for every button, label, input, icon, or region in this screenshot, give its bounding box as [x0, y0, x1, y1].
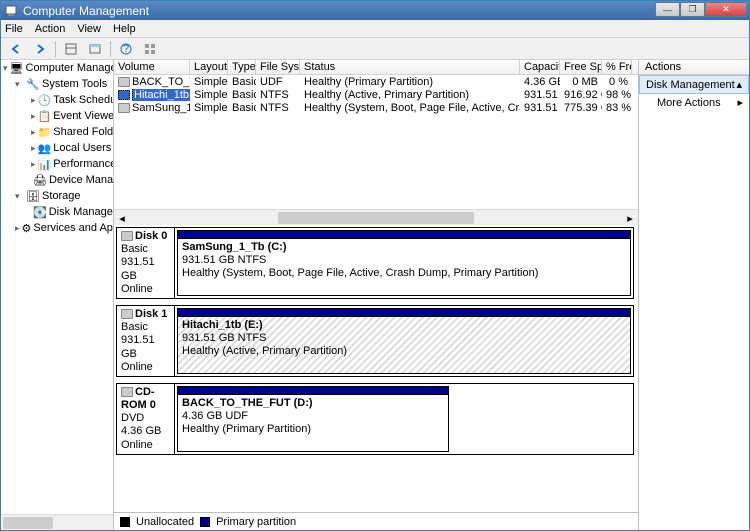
- volume-list[interactable]: BACK_TO_THE_F... SimpleBasic UDFHealthy …: [114, 75, 638, 225]
- partition[interactable]: SamSung_1_Tb (C:) 931.51 GB NTFS Healthy…: [177, 230, 631, 296]
- disc-icon: [118, 77, 130, 87]
- actions-diskmgmt[interactable]: Disk Management▴: [639, 75, 749, 94]
- disk-map[interactable]: Disk 0 Basic931.51 GBOnline SamSung_1_Tb…: [114, 225, 638, 512]
- tree-localusers[interactable]: ▸👥Local Users and Group: [1, 140, 113, 156]
- nav-tree[interactable]: ▾🖥Computer Management (Loc ▾🔧System Tool…: [1, 60, 114, 530]
- content: ▾🖥Computer Management (Loc ▾🔧System Tool…: [1, 60, 749, 530]
- disk-row[interactable]: CD-ROM 0 DVD4.36 GBOnline BACK_TO_THE_FU…: [116, 383, 634, 455]
- drive-icon: [118, 103, 130, 113]
- scroll-right-icon[interactable]: ▸: [622, 210, 638, 225]
- refresh-button[interactable]: [84, 39, 106, 59]
- separator: [55, 41, 56, 57]
- tree-systools[interactable]: ▾🔧System Tools: [1, 76, 113, 92]
- disk-info: Disk 0 Basic931.51 GBOnline: [117, 228, 175, 298]
- separator: [110, 41, 111, 57]
- legend-unallocated: Unallocated: [136, 516, 194, 528]
- users-icon: 👥: [38, 141, 52, 155]
- disk-icon: 💽: [33, 205, 47, 219]
- col-free[interactable]: Free Space: [560, 60, 602, 74]
- legend-primary: Primary partition: [216, 516, 296, 528]
- disk-row[interactable]: Disk 1 Basic931.51 GBOnline Hitachi_1tb …: [116, 305, 634, 377]
- partition[interactable]: Hitachi_1tb (E:) 931.51 GB NTFS Healthy …: [177, 308, 631, 374]
- window-buttons: — ❐ ✕: [655, 2, 747, 19]
- legend-swatch-unallocated: [120, 517, 130, 527]
- legend: Unallocated Primary partition: [114, 512, 638, 530]
- app-icon: [5, 4, 19, 18]
- tree-scrollbar[interactable]: [1, 514, 113, 530]
- tree-diskmgmt[interactable]: 💽Disk Management: [1, 204, 113, 220]
- volume-row-selected[interactable]: Hitachi_1tb (E:) SimpleBasic NTFSHealthy…: [114, 88, 638, 101]
- toolbar: ?: [1, 38, 749, 60]
- chevron-up-icon: ▴: [736, 78, 742, 91]
- help-button[interactable]: ?: [115, 39, 137, 59]
- center-pane: Volume Layout Type File System Status Ca…: [114, 60, 639, 530]
- disk-info: CD-ROM 0 DVD4.36 GBOnline: [117, 384, 175, 454]
- volume-row[interactable]: BACK_TO_THE_F... SimpleBasic UDFHealthy …: [114, 75, 638, 88]
- tree-tasksched[interactable]: ▸🕒Task Scheduler: [1, 92, 113, 108]
- actions-more[interactable]: More Actions▸: [639, 94, 749, 111]
- forward-button[interactable]: [29, 39, 51, 59]
- tree-performance[interactable]: ▸📊Performance: [1, 156, 113, 172]
- col-fs[interactable]: File System: [256, 60, 300, 74]
- volume-header[interactable]: Volume Layout Type File System Status Ca…: [114, 60, 638, 75]
- storage-icon: 🗄: [26, 189, 40, 203]
- perf-icon: 📊: [38, 157, 52, 171]
- col-layout[interactable]: Layout: [190, 60, 228, 74]
- legend-swatch-primary: [200, 517, 210, 527]
- disk-row[interactable]: Disk 0 Basic931.51 GBOnline SamSung_1_Tb…: [116, 227, 634, 299]
- back-button[interactable]: [5, 39, 27, 59]
- clock-icon: 🕒: [38, 93, 52, 107]
- tree-storage[interactable]: ▾🗄Storage: [1, 188, 113, 204]
- maximize-button[interactable]: ❐: [680, 2, 705, 17]
- actions-pane: Actions Disk Management▴ More Actions▸: [639, 60, 749, 530]
- volume-row[interactable]: SamSung_1_Tb (C:) SimpleBasic NTFSHealth…: [114, 101, 638, 114]
- folder-icon: 📁: [38, 125, 52, 139]
- hdd-icon: [121, 309, 133, 319]
- computer-icon: 🖥: [10, 61, 24, 75]
- services-icon: ⚙: [22, 221, 32, 235]
- event-icon: 📋: [38, 109, 52, 123]
- actions-header: Actions: [639, 60, 749, 75]
- cdrom-icon: [121, 387, 133, 397]
- tree-eventviewer[interactable]: ▸📋Event Viewer: [1, 108, 113, 124]
- titlebar: Computer Management — ❐ ✕: [1, 1, 749, 20]
- menubar: File Action View Help: [1, 20, 749, 38]
- col-capacity[interactable]: Capacity: [520, 60, 560, 74]
- partition[interactable]: BACK_TO_THE_FUT (D:) 4.36 GB UDF Healthy…: [177, 386, 449, 452]
- device-icon: 🖨: [33, 173, 47, 187]
- col-status[interactable]: Status: [300, 60, 520, 74]
- tree-devmgr[interactable]: 🖨Device Manager: [1, 172, 113, 188]
- settings-button[interactable]: [139, 39, 161, 59]
- window-title: Computer Management: [23, 4, 655, 18]
- svg-text:?: ?: [123, 43, 129, 55]
- tree-services[interactable]: ▸⚙Services and Applications: [1, 220, 113, 236]
- col-type[interactable]: Type: [228, 60, 256, 74]
- col-volume[interactable]: Volume: [114, 60, 190, 74]
- menu-help[interactable]: Help: [113, 23, 136, 35]
- close-button[interactable]: ✕: [705, 2, 747, 17]
- disk-info: Disk 1 Basic931.51 GBOnline: [117, 306, 175, 376]
- menu-file[interactable]: File: [5, 23, 23, 35]
- col-pctfree[interactable]: % Free: [602, 60, 632, 74]
- tree-root[interactable]: ▾🖥Computer Management (Loc: [1, 60, 113, 76]
- minimize-button[interactable]: —: [655, 2, 680, 17]
- menu-action[interactable]: Action: [35, 23, 66, 35]
- hdd-icon: [121, 231, 133, 241]
- tools-icon: 🔧: [26, 77, 40, 91]
- drive-icon: [118, 90, 130, 100]
- views-button[interactable]: [60, 39, 82, 59]
- scroll-left-icon[interactable]: ◂: [114, 210, 130, 225]
- menu-view[interactable]: View: [77, 23, 101, 35]
- h-scrollbar[interactable]: ◂ ▸: [114, 209, 638, 225]
- chevron-right-icon: ▸: [737, 96, 743, 109]
- tree-sharedfolders[interactable]: ▸📁Shared Folders: [1, 124, 113, 140]
